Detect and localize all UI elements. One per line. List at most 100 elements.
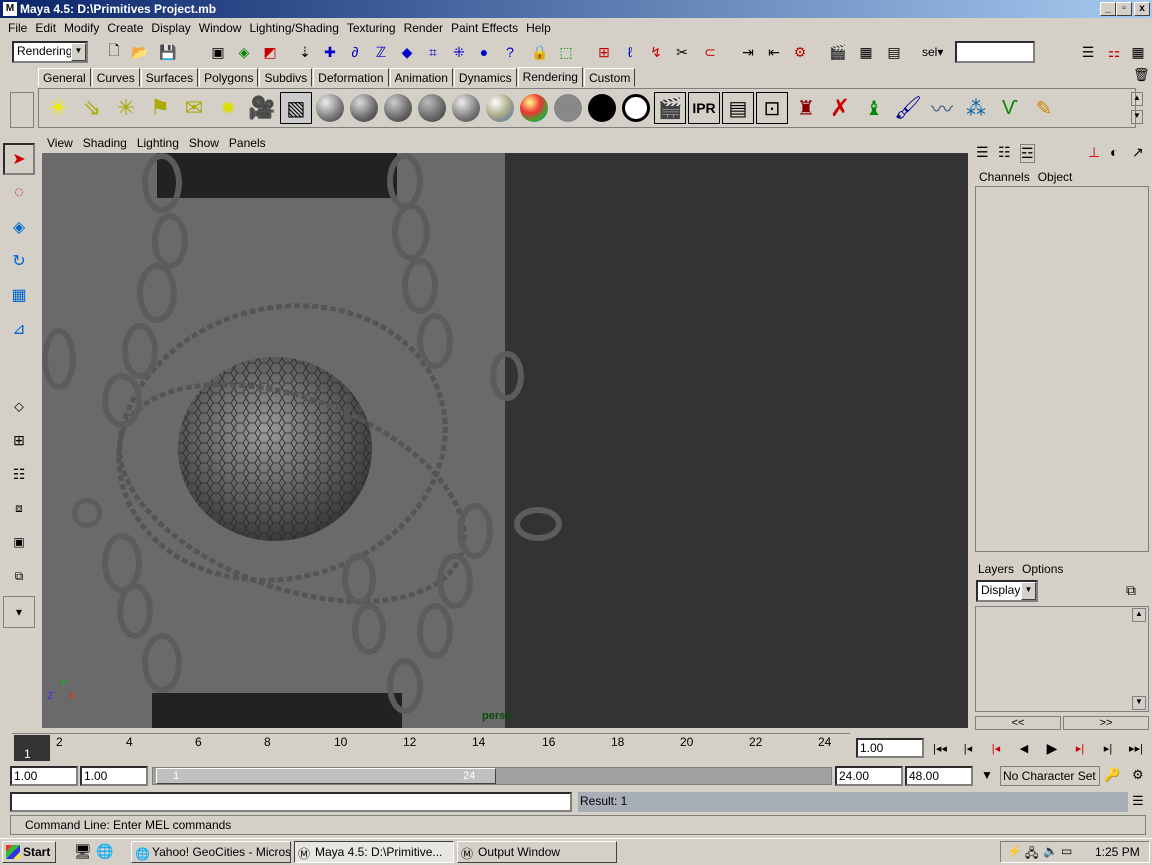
character-set-menu-icon[interactable]: ▼ xyxy=(976,768,998,786)
character-set-field[interactable]: No Character Set xyxy=(1000,766,1100,786)
range-end-field[interactable] xyxy=(905,766,973,786)
shelf-scroll-up-icon[interactable]: ▲ xyxy=(1131,92,1143,106)
arrow-icon[interactable]: ↗ xyxy=(1132,144,1144,161)
graph-layout-icon[interactable]: ⧈ xyxy=(3,492,35,524)
channel-layers-layout-icon[interactable]: ☷ xyxy=(998,144,1011,161)
start-button[interactable]: Start xyxy=(2,841,56,863)
area-light-icon[interactable]: ✉ xyxy=(178,92,210,124)
phonge-material-icon[interactable] xyxy=(416,92,448,124)
command-line-input[interactable] xyxy=(10,792,572,812)
layer-scroll-down-icon[interactable]: ▼ xyxy=(1132,696,1146,710)
time-slider[interactable] xyxy=(12,733,850,761)
menu-paint-effects[interactable]: Paint Effects xyxy=(447,21,522,35)
playback-start-field[interactable] xyxy=(80,766,148,786)
tab-surfaces[interactable]: Surfaces xyxy=(140,68,199,87)
quick-select-input[interactable] xyxy=(955,41,1035,63)
input-connections-icon[interactable]: ⇥ xyxy=(738,42,758,62)
lasso-tool-icon[interactable]: ◌ xyxy=(3,177,35,209)
make-light-links-icon[interactable]: ♝ xyxy=(858,92,890,124)
panel-menu-shading[interactable]: Shading xyxy=(78,136,132,153)
panel-menu-show[interactable]: Show xyxy=(184,136,224,153)
construction-history-icon[interactable]: ⚙ xyxy=(790,42,810,62)
select-object-icon[interactable]: ◈ xyxy=(234,42,254,62)
volume-light-icon[interactable]: ✹ xyxy=(212,92,244,124)
ipr-render-icon[interactable]: ▦ xyxy=(856,42,876,62)
sel-label[interactable]: sel▾ xyxy=(922,45,943,59)
tab-curves[interactable]: Curves xyxy=(91,68,140,87)
joint-icon[interactable]: ● xyxy=(474,42,494,62)
snap-grid-icon[interactable]: ✚ xyxy=(320,42,340,62)
shelf-options-icon[interactable] xyxy=(10,92,34,128)
molecule-icon[interactable]: ⁂ xyxy=(960,92,992,124)
new-layer-icon[interactable]: ⧉ xyxy=(1126,582,1136,599)
snap-point-icon[interactable]: ℤ xyxy=(371,42,391,62)
paint-brush-icon[interactable]: 🖌 xyxy=(892,92,924,124)
render-current-frame-icon[interactable]: 🎬 xyxy=(654,92,686,124)
layer-scroll-up-icon[interactable]: ▲ xyxy=(1132,608,1146,622)
point-light-icon[interactable]: ✳ xyxy=(110,92,142,124)
volume-icon[interactable]: 🔈 xyxy=(1043,844,1058,858)
layers-prev-button[interactable]: << xyxy=(975,716,1061,730)
menu-display[interactable]: Display xyxy=(147,21,194,35)
spot-light-icon[interactable]: ⚑ xyxy=(144,92,176,124)
layers-next-button[interactable]: >> xyxy=(1063,716,1149,730)
menu-render[interactable]: Render xyxy=(400,21,447,35)
step-back-frame-icon[interactable]: |◂ xyxy=(985,738,1007,758)
show-desktop-icon[interactable]: 🖥 xyxy=(74,843,92,860)
snap-view-icon[interactable]: ◆ xyxy=(397,42,417,62)
range-slider-bar[interactable]: 1 24 xyxy=(156,768,496,784)
camera-icon[interactable]: 🎥 xyxy=(246,92,278,124)
highlight-selection-icon[interactable]: ⬚ xyxy=(556,42,576,62)
ambient-light-icon[interactable]: ☀ xyxy=(42,92,74,124)
construction-icon[interactable]: ℓ xyxy=(620,42,640,62)
four-view-layout-icon[interactable]: ⊞ xyxy=(3,424,35,456)
history-icon[interactable]: ⊞ xyxy=(594,42,614,62)
rotate-tool-icon[interactable]: ↻ xyxy=(3,245,35,277)
surface-shader-icon[interactable] xyxy=(552,92,584,124)
select-tool-icon[interactable]: ➤ xyxy=(3,143,35,175)
ramp-shader-icon[interactable] xyxy=(518,92,550,124)
anim-preferences-icon[interactable]: ⚙ xyxy=(1132,767,1144,783)
step-forward-key-icon[interactable]: ▸| xyxy=(1097,738,1119,758)
blinn-material-icon[interactable] xyxy=(348,92,380,124)
channel-axes-icon[interactable]: ⊥ xyxy=(1088,144,1100,161)
go-to-end-icon[interactable]: ▸▸| xyxy=(1125,738,1147,758)
step-forward-frame-icon[interactable]: ▸| xyxy=(1069,738,1091,758)
battery-icon[interactable]: ▭ xyxy=(1061,844,1072,858)
menu-texturing[interactable]: Texturing xyxy=(343,21,400,35)
menu-modify[interactable]: Modify xyxy=(60,21,103,35)
perspective-viewport[interactable]: persp Y X Z xyxy=(42,153,968,728)
move-tool-icon[interactable]: ◈ xyxy=(3,211,35,243)
magnet-icon[interactable]: ⊂ xyxy=(700,42,720,62)
tab-general[interactable]: General xyxy=(38,68,91,87)
manipulator-tool-icon[interactable]: ⊿ xyxy=(3,313,35,345)
tab-deformation[interactable]: Deformation xyxy=(313,68,389,87)
menu-file[interactable]: File xyxy=(4,21,31,35)
use-background-icon[interactable] xyxy=(586,92,618,124)
handles-icon[interactable]: ⁜ xyxy=(449,42,469,62)
script-editor-icon[interactable]: ☰ xyxy=(1132,793,1144,809)
playback-end-field[interactable] xyxy=(835,766,903,786)
channel-box-toggle-icon[interactable]: ▦ xyxy=(1128,42,1148,62)
input-ops-icon[interactable]: ↯ xyxy=(646,42,666,62)
save-scene-icon[interactable]: 💾 xyxy=(158,42,178,62)
play-forward-icon[interactable]: ▶ xyxy=(1041,738,1063,758)
range-start-field[interactable] xyxy=(10,766,78,786)
select-hierarchy-icon[interactable]: ▣ xyxy=(208,42,228,62)
hypergraph-layout-icon[interactable]: ▣ xyxy=(3,526,35,558)
menu-channels[interactable]: Channels xyxy=(979,168,1030,186)
panel-menu-panels[interactable]: Panels xyxy=(224,136,271,153)
menu-window[interactable]: Window xyxy=(195,21,246,35)
tab-rendering[interactable]: Rendering xyxy=(517,67,583,87)
go-to-start-icon[interactable]: |◂◂ xyxy=(929,738,951,758)
tool-settings-icon[interactable]: ⚏ xyxy=(1104,42,1124,62)
menu-object[interactable]: Object xyxy=(1038,168,1073,186)
shading-toggle-icon[interactable]: ◐ xyxy=(1110,144,1118,160)
menu-options[interactable]: Options xyxy=(1022,561,1063,578)
light-linking-icon[interactable]: ♜ xyxy=(790,92,822,124)
tab-animation[interactable]: Animation xyxy=(389,68,453,87)
shading-map-icon[interactable] xyxy=(620,92,652,124)
panel-menu-view[interactable]: View xyxy=(42,136,78,153)
render-view-shelf-icon[interactable]: ⊡ xyxy=(756,92,788,124)
snap-surface-icon[interactable]: ⌗ xyxy=(423,42,443,62)
